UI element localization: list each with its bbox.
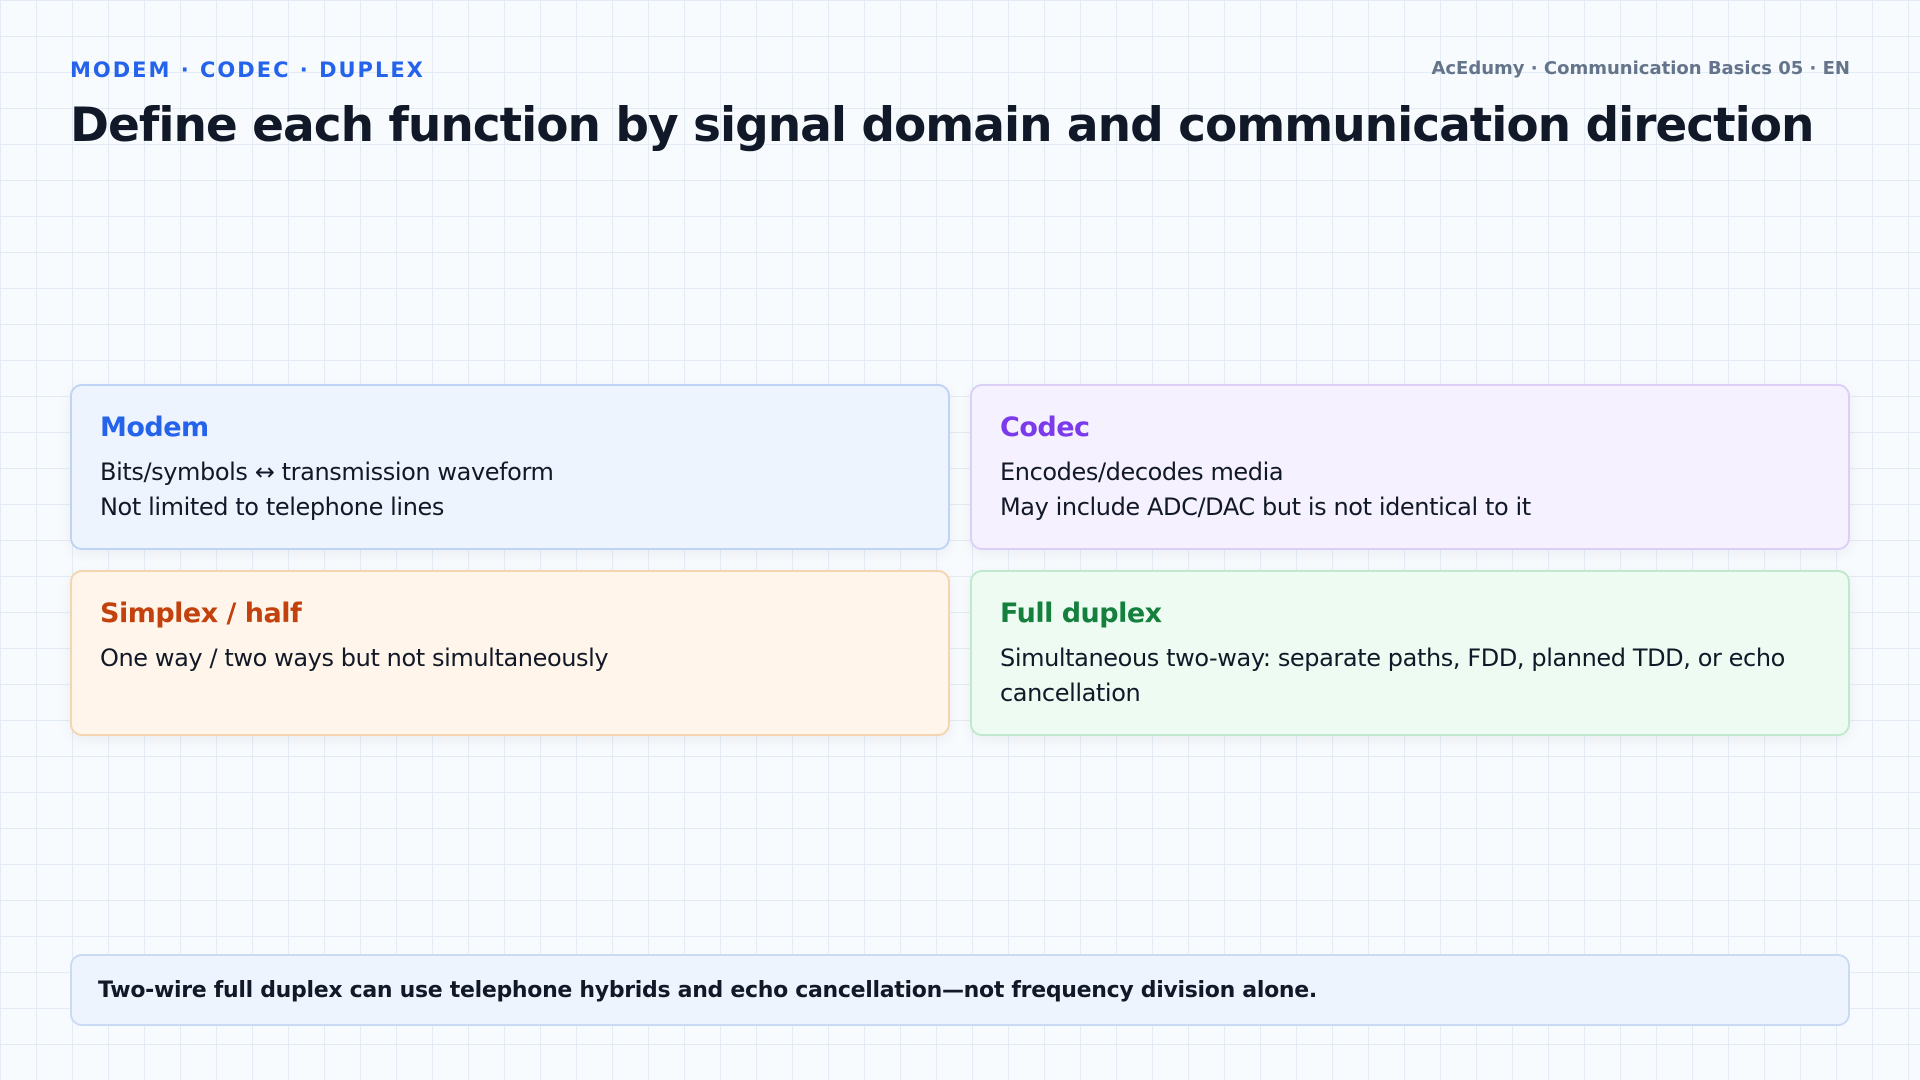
card-codec-title: Codec — [1000, 412, 1090, 443]
footer-note: Two-wire full duplex can use telephone h… — [70, 954, 1850, 1026]
page-title: Define each function by signal domain an… — [70, 98, 1814, 153]
card-codec: Codec Encodes/decodes media May include … — [970, 384, 1850, 550]
course-meta: AcEdumy · Communication Basics 05 · EN — [1431, 58, 1850, 79]
card-codec-line-1: Encodes/decodes media — [1000, 458, 1284, 486]
card-full-duplex: Full duplex Simultaneous two-way: separa… — [970, 570, 1850, 736]
card-modem-line-2: Not limited to telephone lines — [100, 493, 444, 521]
card-simplex-half-line-1: One way / two ways but not simultaneousl… — [100, 644, 609, 672]
card-modem-line-1: Bits/symbols ↔ transmission waveform — [100, 458, 554, 486]
card-codec-line-2: May include ADC/DAC but is not identical… — [1000, 493, 1531, 521]
section-kicker: MODEM · CODEC · DUPLEX — [70, 58, 425, 82]
card-simplex-half: Simplex / half One way / two ways but no… — [70, 570, 950, 736]
card-full-duplex-title: Full duplex — [1000, 598, 1162, 629]
card-grid: Modem Bits/symbols ↔ transmission wavefo… — [70, 384, 1850, 736]
card-modem-title: Modem — [100, 412, 209, 443]
card-simplex-half-title: Simplex / half — [100, 598, 302, 629]
card-full-duplex-line-1: Simultaneous two-way: separate paths, FD… — [1000, 644, 1785, 707]
card-modem: Modem Bits/symbols ↔ transmission wavefo… — [70, 384, 950, 550]
